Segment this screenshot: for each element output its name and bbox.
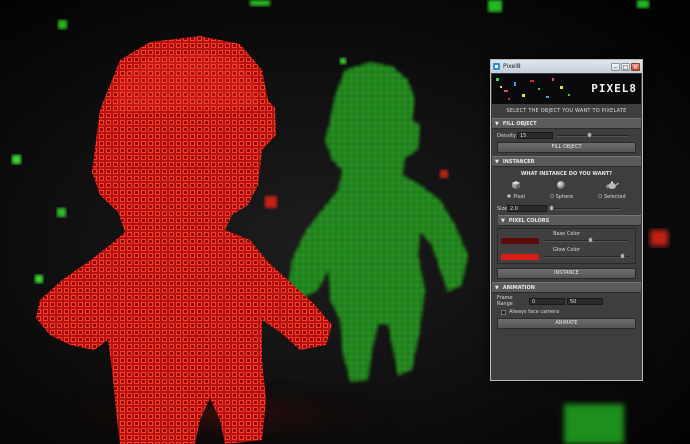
- pixel-colors-title: PIXEL COLORS: [508, 217, 550, 224]
- banner-title: PIXEL8: [591, 82, 637, 95]
- always-face-camera-label: Always face camera: [509, 309, 560, 315]
- density-label: Density: [497, 132, 517, 139]
- animation-title: ANIMATION: [502, 284, 535, 291]
- animation-header[interactable]: ▼ ANIMATION: [492, 282, 641, 293]
- cube-icon: [512, 181, 521, 189]
- option-pixel[interactable]: Pixel: [507, 180, 525, 200]
- fill-object-title: FILL OBJECT: [502, 120, 537, 127]
- frame-start-field[interactable]: 0: [529, 297, 565, 305]
- collapse-arrow-icon: ▼: [495, 120, 499, 127]
- instance-question: WHAT INSTANCE DO YOU WANT?: [520, 171, 613, 177]
- animate-button[interactable]: ANIMATE: [497, 318, 636, 329]
- minimize-button[interactable]: –: [611, 62, 620, 71]
- instancer-title: INSTANCER: [502, 158, 535, 165]
- glow-color-slider[interactable]: [543, 253, 629, 259]
- size-slider-handle[interactable]: [549, 204, 554, 211]
- app-icon: [493, 63, 500, 70]
- window-title: Pixel8: [503, 63, 521, 70]
- title-bar[interactable]: Pixel8 – □ ×: [491, 60, 642, 73]
- size-slider[interactable]: [549, 204, 621, 211]
- glow-color-slider-handle[interactable]: [619, 253, 625, 259]
- instancer-header[interactable]: ▼ INSTANCER: [492, 156, 641, 167]
- teapot-icon: [606, 181, 619, 189]
- glow-color-swatch[interactable]: [501, 254, 539, 260]
- base-color-label: Base Color: [553, 231, 580, 237]
- collapse-arrow-icon: ▼: [495, 284, 499, 291]
- selected-radio[interactable]: [597, 194, 602, 198]
- collapse-arrow-icon: ▼: [501, 217, 505, 224]
- option-sphere[interactable]: Sphere: [549, 180, 574, 200]
- frame-end-field[interactable]: 50: [567, 297, 603, 305]
- base-color-swatch[interactable]: [501, 238, 539, 244]
- pixel-label: Pixel: [513, 194, 525, 200]
- density-slider-handle[interactable]: [587, 131, 593, 138]
- size-field[interactable]: 2.0: [507, 205, 547, 212]
- option-selected[interactable]: Selected: [597, 180, 626, 200]
- size-label: Size: [497, 205, 508, 212]
- sphere-label: Sphere: [555, 194, 574, 200]
- fill-object-header[interactable]: ▼ FILL OBJECT: [492, 118, 641, 129]
- pixel8-banner: PIXEL8: [492, 74, 641, 104]
- base-color-slider[interactable]: [543, 237, 629, 243]
- density-slider[interactable]: [557, 131, 629, 138]
- pixel8-window: Pixel8 – □ × PIXEL8 SELECT THE OBJECT YO…: [490, 59, 643, 381]
- pixel-colors-header[interactable]: ▼ PIXEL COLORS: [498, 215, 641, 226]
- collapse-arrow-icon: ▼: [495, 158, 499, 165]
- sphere-icon: [557, 181, 566, 189]
- pixel-colors-group: Base Color Glow Color: [497, 228, 636, 264]
- base-color-slider-handle[interactable]: [587, 237, 593, 243]
- frame-range-label: Frame Range: [497, 295, 513, 307]
- selection-prompt: SELECT THE OBJECT YOU WANT TO PIXELATE: [506, 108, 627, 114]
- sphere-radio[interactable]: [549, 194, 554, 198]
- instance-button[interactable]: INSTANCE: [497, 268, 636, 279]
- density-field[interactable]: 15: [517, 132, 553, 139]
- close-button[interactable]: ×: [631, 62, 640, 71]
- always-face-camera-checkbox[interactable]: [501, 309, 506, 315]
- glow-color-label: Glow Color: [552, 247, 581, 253]
- fill-object-button[interactable]: FILL OBJECT: [497, 142, 636, 153]
- selected-label: Selected: [603, 194, 626, 200]
- pixel-radio[interactable]: [507, 194, 512, 198]
- maximize-button[interactable]: □: [621, 62, 630, 71]
